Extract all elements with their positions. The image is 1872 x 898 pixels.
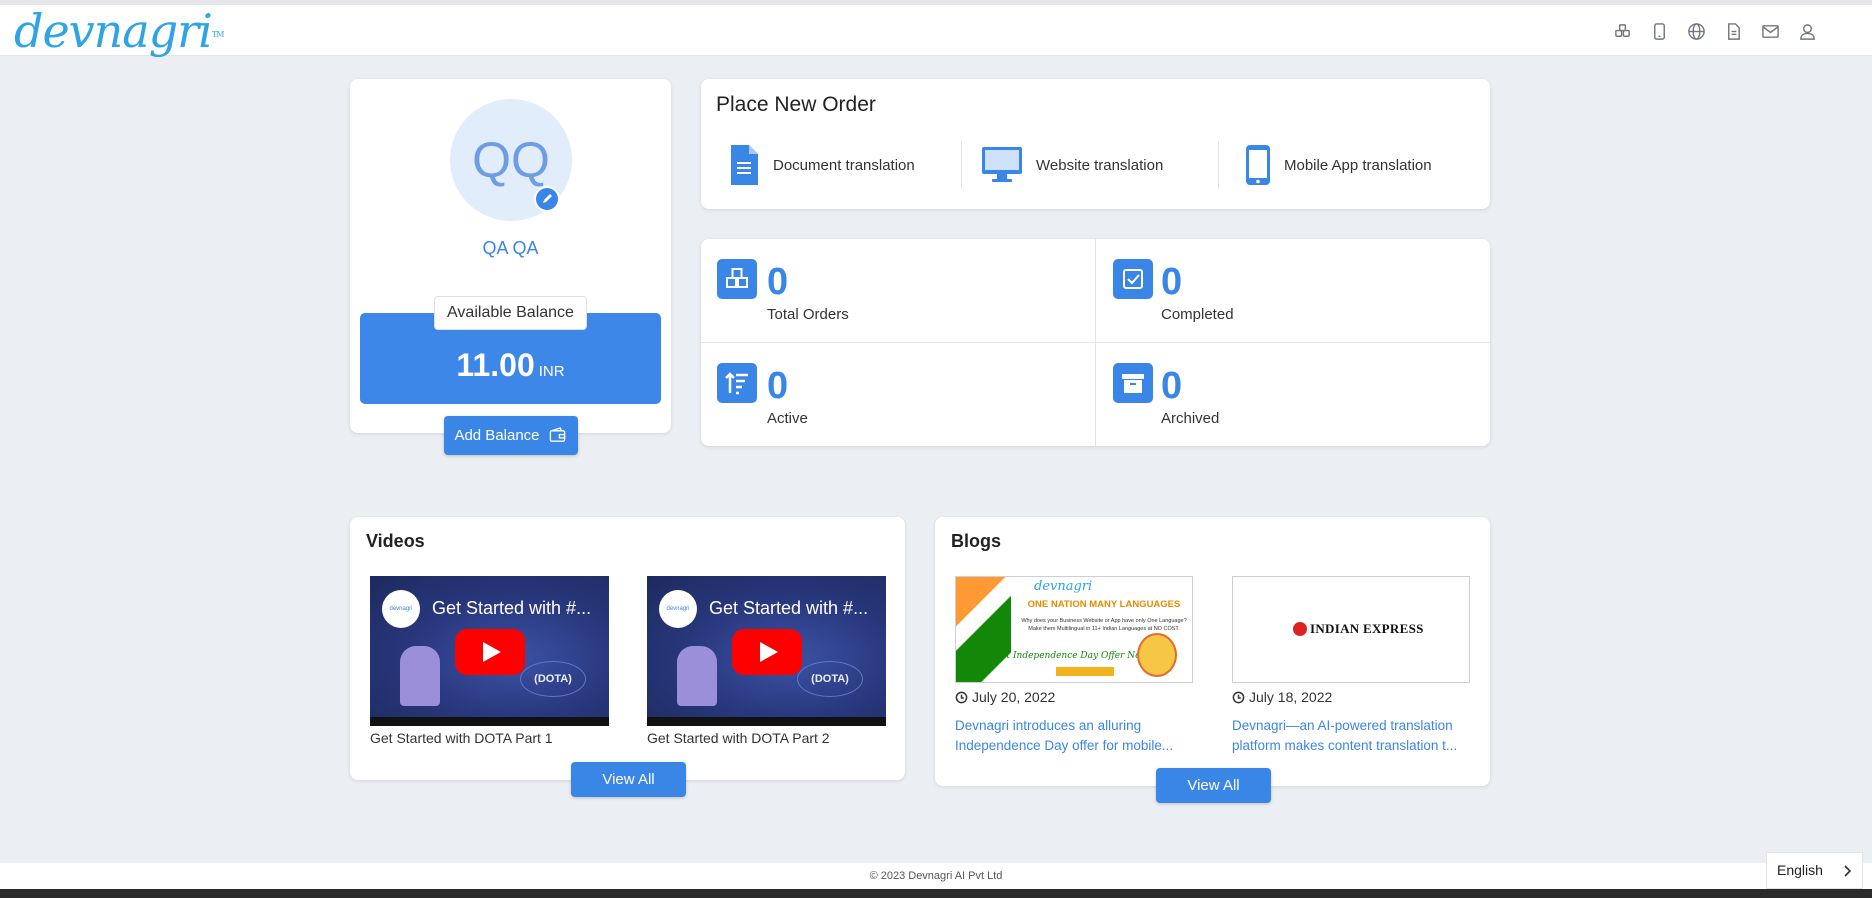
- monitor-icon: [982, 147, 1022, 182]
- mobile-icon: [1246, 145, 1270, 185]
- archived-label: Archived: [1161, 410, 1220, 427]
- newspaper-logo: INDIAN EXPRESS: [1293, 621, 1424, 637]
- video-caption[interactable]: Get Started with DOTA Part 1: [370, 730, 553, 746]
- website-translation-option[interactable]: Website translation: [982, 141, 1163, 189]
- completed-count: 0: [1161, 261, 1183, 303]
- blog-image[interactable]: devnagri ONE NATION MANY LANGUAGES Why d…: [955, 576, 1193, 683]
- completed-label: Completed: [1161, 306, 1234, 323]
- illustration: [400, 646, 440, 706]
- play-icon[interactable]: [455, 629, 525, 675]
- bottom-bar: [0, 889, 1872, 898]
- add-balance-label: Add Balance: [454, 427, 540, 444]
- play-icon[interactable]: [732, 629, 802, 675]
- blog-image-headline: ONE NATION MANY LANGUAGES: [1027, 599, 1181, 610]
- option-label: Website translation: [1036, 156, 1164, 174]
- blogs-view-all-button[interactable]: View All: [1156, 768, 1271, 803]
- total-orders-label: Total Orders: [767, 306, 849, 323]
- blogs-title: Blogs: [951, 531, 1002, 551]
- video-thumb-title: Get Started with #...: [709, 598, 869, 618]
- video-bar: [370, 717, 609, 726]
- wallet-icon: [549, 427, 566, 442]
- clock-icon: [1232, 691, 1245, 703]
- illustration: [677, 646, 717, 706]
- document-icon: [731, 145, 758, 185]
- header-icon-bar: [1613, 22, 1817, 41]
- total-orders-count: 0: [767, 261, 789, 303]
- active-label: Active: [767, 410, 808, 427]
- offer-badge: [1137, 633, 1177, 677]
- balance-label: Available Balance: [434, 296, 587, 330]
- blog-date-text: July 18, 2022: [1249, 689, 1333, 705]
- divider: [1218, 141, 1219, 189]
- image-strip: [1056, 667, 1114, 676]
- devnagri-logo[interactable]: devnagriTM: [14, 4, 224, 58]
- blog-date: July 18, 2022: [1232, 689, 1332, 705]
- checkbox-icon: [1113, 259, 1153, 299]
- profile-card: QQ QA QA Available Balance 11.00 INR: [350, 79, 671, 433]
- blog-title-link[interactable]: Devnagri—an AI-powered translation platf…: [1232, 716, 1470, 756]
- mobile-app-translation-option[interactable]: Mobile App translation: [1246, 141, 1432, 189]
- divider: [961, 141, 962, 189]
- flag-ribbon: [956, 577, 1011, 682]
- language-label: English: [1777, 862, 1823, 878]
- video-bar: [647, 717, 886, 726]
- clock-icon: [955, 691, 968, 703]
- mobile-icon[interactable]: [1650, 22, 1669, 41]
- logo-dot: [1293, 622, 1307, 636]
- pencil-icon: [543, 194, 552, 203]
- top-header: devnagriTM: [0, 5, 1872, 56]
- place-order-title: Place New Order: [716, 93, 876, 116]
- chevron-right-icon: [1844, 865, 1852, 877]
- place-order-card: Place New Order Document translation Web…: [701, 79, 1490, 209]
- active-count: 0: [767, 365, 789, 407]
- blog-image-offer: Get Independence Day Offer Now!: [994, 651, 1152, 661]
- blog-image-subtext: Why does your Business Website or App ha…: [1021, 618, 1187, 632]
- videos-title: Videos: [366, 531, 425, 551]
- divider: [701, 342, 1490, 343]
- profile-name: QA QA: [482, 238, 539, 258]
- add-balance-button[interactable]: Add Balance: [444, 416, 578, 455]
- video-thumbnail[interactable]: (DOTA) devnagri Get Started with #...: [370, 576, 609, 726]
- video-thumb-title: Get Started with #...: [432, 598, 592, 618]
- balance-amount: 11.00 INR: [350, 347, 671, 384]
- user-icon[interactable]: [1798, 22, 1817, 41]
- order-stats-card: 0 Total Orders 0 Completed 0 Active 0 Ar…: [701, 239, 1490, 446]
- channel-avatar: devnagri: [382, 590, 420, 628]
- language-selector[interactable]: English: [1766, 852, 1863, 889]
- blog-image[interactable]: INDIAN EXPRESS: [1232, 576, 1470, 683]
- video-badge: (DOTA): [797, 661, 863, 697]
- blog-date-text: July 20, 2022: [972, 689, 1056, 705]
- copyright-text: © 2023 Devnagri AI Pvt Ltd: [869, 870, 1003, 882]
- logo-text: devnagri: [14, 4, 213, 58]
- balance-value: 11.00: [456, 347, 535, 383]
- blog-title-link[interactable]: Devnagri introduces an alluring Independ…: [955, 716, 1193, 756]
- boxes-icon[interactable]: [1613, 22, 1632, 41]
- document-icon[interactable]: [1724, 22, 1743, 41]
- balance-currency: INR: [538, 363, 565, 380]
- edit-avatar-button[interactable]: [534, 186, 560, 212]
- blogs-card: Blogs devnagri ONE NATION MANY LANGUAGES…: [935, 517, 1490, 786]
- sort-icon: [717, 363, 757, 403]
- footer: © 2023 Devnagri AI Pvt Ltd: [0, 863, 1872, 889]
- blog-date: July 20, 2022: [955, 689, 1055, 705]
- video-thumbnail[interactable]: (DOTA) devnagri Get Started with #...: [647, 576, 886, 726]
- mail-icon[interactable]: [1761, 22, 1780, 41]
- globe-icon[interactable]: [1687, 22, 1706, 41]
- option-label: Mobile App translation: [1284, 156, 1432, 174]
- newspaper-logo-text: INDIAN EXPRESS: [1310, 621, 1424, 636]
- boxes-icon: [717, 259, 757, 299]
- blog-image-brand: devnagri: [1034, 579, 1093, 594]
- video-caption[interactable]: Get Started with DOTA Part 2: [647, 730, 830, 746]
- document-translation-option[interactable]: Document translation: [729, 141, 915, 189]
- videos-card: Videos (DOTA) devnagri Get Started with …: [350, 517, 905, 780]
- videos-view-all-button[interactable]: View All: [571, 762, 686, 797]
- video-badge: (DOTA): [520, 661, 586, 697]
- archived-count: 0: [1161, 365, 1183, 407]
- archive-icon: [1113, 363, 1153, 403]
- channel-avatar: devnagri: [659, 590, 697, 628]
- option-label: Document translation: [773, 156, 915, 174]
